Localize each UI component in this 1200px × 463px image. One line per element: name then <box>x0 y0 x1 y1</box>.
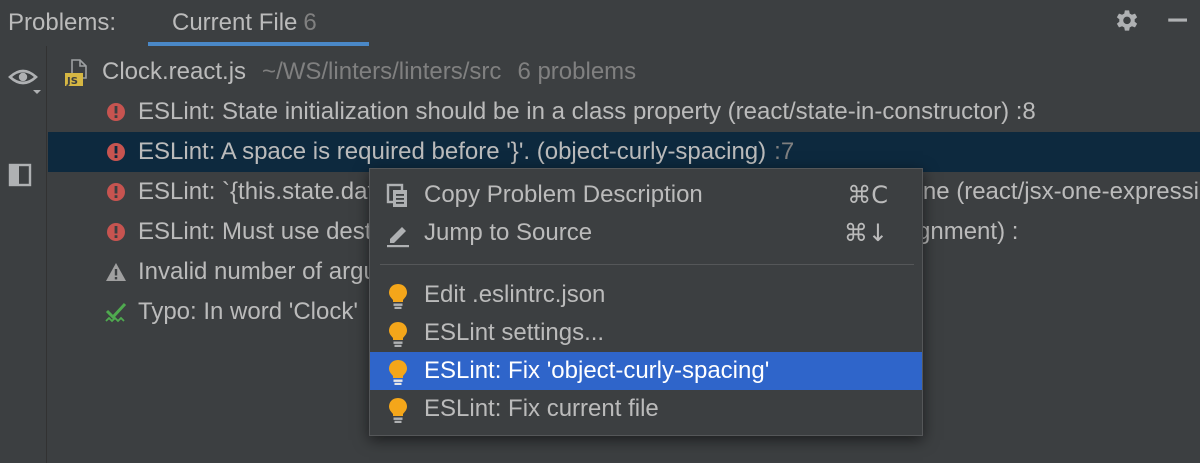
gear-icon[interactable] <box>1112 6 1142 36</box>
js-file-icon: JS <box>65 59 87 87</box>
copy-icon <box>386 183 407 207</box>
menu-item-shortcut: ⌘↓ <box>843 219 888 247</box>
eye-icon[interactable] <box>6 64 42 96</box>
problem-count: 6 problems <box>517 58 637 85</box>
problem-text: ESLint: State initialization should be i… <box>138 98 1036 125</box>
tab-label: Current File 6 <box>172 9 317 37</box>
problems-header: Problems: Current File 6 <box>0 0 1200 46</box>
problem-location: :7 <box>774 138 795 165</box>
error-icon <box>107 223 125 241</box>
warning-icon <box>106 263 126 281</box>
error-icon <box>107 103 125 121</box>
error-icon <box>107 183 125 201</box>
menu-item-label: Jump to Source <box>424 219 593 246</box>
menu-item-label: Edit .eslintrc.json <box>424 281 606 308</box>
problem-text: Typo: In word 'Clock' <box>138 298 358 325</box>
error-icon <box>107 143 125 161</box>
menu-item-fix-rule[interactable]: ESLint: Fix 'object-curly-spacing' <box>370 352 922 390</box>
svg-text:JS: JS <box>66 76 78 87</box>
menu-item-jump-to-source[interactable]: Jump to Source ⌘↓ <box>370 214 922 252</box>
lightbulb-icon <box>389 360 407 385</box>
file-node[interactable]: JS Clock.react.js ~/WS/linters/linters/sr… <box>48 53 1200 91</box>
menu-item-label: ESLint settings... <box>424 319 605 346</box>
problem-row[interactable]: ESLint: State initialization should be i… <box>48 92 1200 132</box>
file-path: ~/WS/linters/linters/src <box>262 58 502 85</box>
left-toolbar <box>0 46 47 463</box>
problem-label: ESLint: A space is required before '}'. … <box>138 138 794 166</box>
menu-item-fix-current-file[interactable]: ESLint: Fix current file <box>370 390 922 428</box>
menu-item-copy-problem[interactable]: Copy Problem Description ⌘C <box>370 176 922 214</box>
problem-text: ESLint: A space is required before '}'. … <box>138 138 767 165</box>
menu-item-label: ESLint: Fix current file <box>424 395 659 422</box>
problem-row-selected[interactable]: ESLint: A space is required before '}'. … <box>48 132 1200 172</box>
menu-item-edit-eslintrc[interactable]: Edit .eslintrc.json <box>370 276 922 314</box>
file-label: Clock.react.js ~/WS/linters/linters/src 6 … <box>102 58 636 86</box>
lightbulb-icon <box>389 284 407 309</box>
tab-count: 6 <box>303 9 317 36</box>
minimize-icon[interactable] <box>1162 6 1192 36</box>
tab-label-text: Current File <box>172 9 298 36</box>
lightbulb-icon <box>389 398 407 423</box>
tab-current-file[interactable]: Current File 6 <box>148 0 369 46</box>
menu-item-label: Copy Problem Description <box>424 181 703 208</box>
typo-icon <box>105 302 127 323</box>
lightbulb-icon <box>389 322 407 347</box>
panel-title: Problems: <box>8 9 117 36</box>
file-name: Clock.react.js <box>102 58 247 85</box>
pencil-icon <box>387 227 409 248</box>
menu-item-label: ESLint: Fix 'object-curly-spacing' <box>424 357 770 384</box>
context-menu: Copy Problem Description ⌘C Jump to Sour… <box>369 168 923 436</box>
preview-panel-icon[interactable] <box>8 162 34 188</box>
menu-item-shortcut: ⌘C <box>847 181 888 209</box>
menu-item-eslint-settings[interactable]: ESLint settings... <box>370 314 922 352</box>
menu-separator <box>380 264 914 265</box>
